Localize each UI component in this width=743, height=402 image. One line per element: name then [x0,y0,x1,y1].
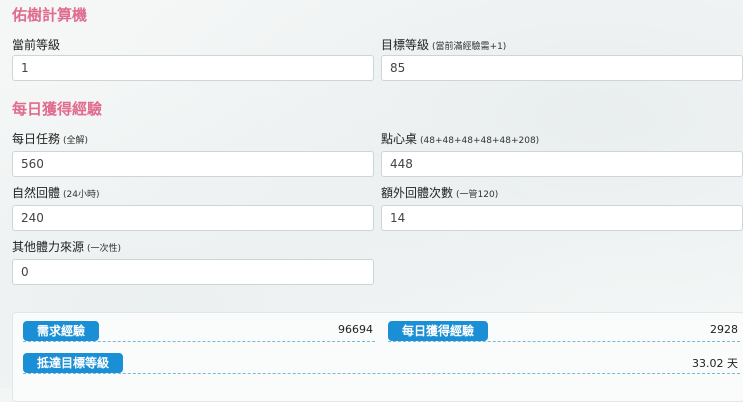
other-stamina-hint: (一次性) [87,244,122,254]
reach-target-badge: 抵達目標等級 [23,353,124,373]
natural-recovery-label-text: 自然回體 [12,186,61,200]
natural-recovery-label: 自然回體 (24小時) [12,184,100,201]
other-stamina-label: 其他體力來源 (一次性) [12,238,121,255]
required-exp-value: 96694 [338,323,373,336]
daily-exp-value: 2928 [710,323,738,336]
other-stamina-label-text: 其他體力來源 [12,240,85,254]
calculator-title: 佑樹計算機 [12,6,88,24]
extra-recovery-label-text: 額外回體次數 [381,186,454,200]
snacks-hint: (48+48+48+48+48+208) [420,136,540,146]
natural-recovery-hint: (24小時) [63,190,100,200]
results-panel: 需求經驗 96694 每日獲得經驗 2928 抵達目標等級 33.02 天 [12,312,743,402]
target-level-label: 目標等級 (當前滿經驗需+1) [381,36,506,53]
snacks-label: 點心桌 (48+48+48+48+48+208) [381,130,539,147]
extra-recovery-label: 額外回體次數 (一管120) [381,184,498,201]
current-level-input[interactable] [12,55,374,81]
target-level-label-text: 目標等級 [381,38,430,52]
daily-exp-badge: 每日獲得經驗 [388,321,489,341]
current-level-label-text: 當前等級 [12,38,61,52]
other-stamina-input[interactable] [12,259,374,285]
required-exp-row: 需求經驗 96694 [23,321,375,342]
snacks-input[interactable] [381,151,743,177]
reach-target-row: 抵達目標等級 33.02 天 [23,353,740,374]
snacks-label-text: 點心桌 [381,132,418,146]
daily-tasks-input[interactable] [12,151,374,177]
target-level-input[interactable] [381,55,743,81]
extra-recovery-hint: (一管120) [456,190,499,200]
reach-target-value: 33.02 天 [692,357,738,370]
natural-recovery-input[interactable] [12,205,374,231]
required-exp-badge: 需求經驗 [23,321,100,341]
daily-exp-title: 每日獲得經驗 [12,100,103,118]
daily-tasks-hint: (全解) [63,136,89,146]
extra-recovery-input[interactable] [381,205,743,231]
target-level-hint: (當前滿經驗需+1) [432,42,507,52]
daily-exp-row: 每日獲得經驗 2928 [388,321,740,342]
current-level-label: 當前等級 [12,36,60,53]
daily-tasks-label: 每日任務 (全解) [12,130,88,147]
daily-tasks-label-text: 每日任務 [12,132,61,146]
